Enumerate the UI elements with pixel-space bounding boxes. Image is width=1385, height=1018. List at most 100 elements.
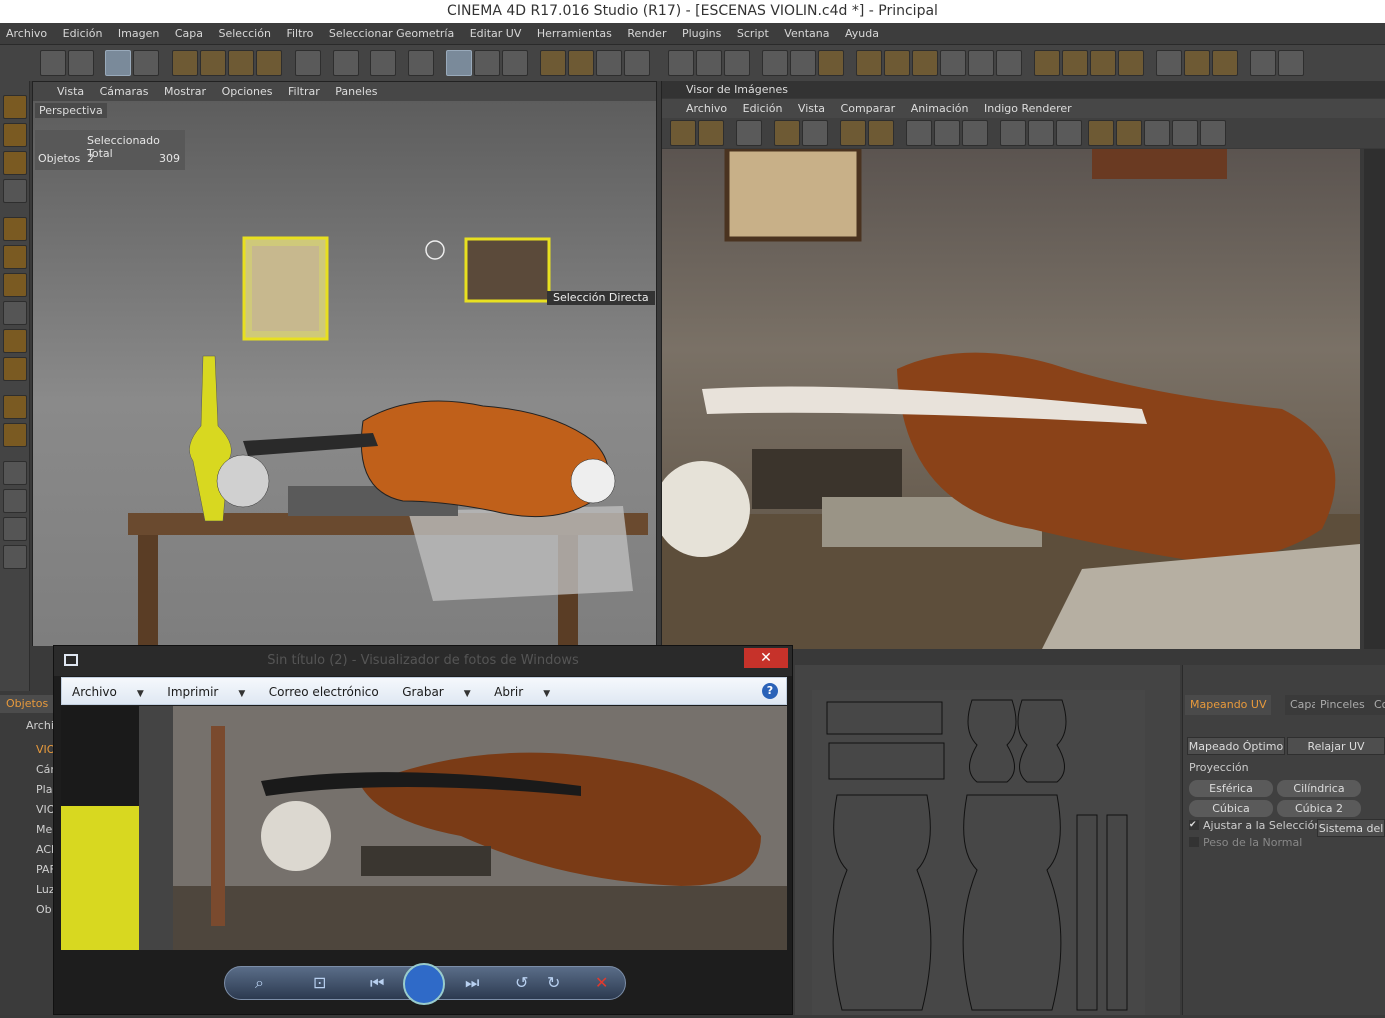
viewport-scene[interactable]	[33, 101, 656, 646]
help-icon[interactable]: ?	[762, 683, 778, 699]
zoom-render-icon[interactable]	[802, 120, 828, 146]
sphere-snap-icon[interactable]	[1184, 50, 1210, 76]
rotate-left-icon[interactable]: ↺	[515, 973, 528, 992]
brush-icon[interactable]	[3, 217, 27, 241]
scene-icon[interactable]	[696, 50, 722, 76]
rv-menu-vista[interactable]: Vista	[792, 99, 831, 118]
uv-checker-icon[interactable]	[790, 50, 816, 76]
align-top-icon[interactable]	[856, 50, 882, 76]
menu-ayuda[interactable]: Ayuda	[839, 23, 885, 45]
menu-capa[interactable]: Capa	[169, 23, 209, 45]
align-bottom-icon[interactable]	[912, 50, 938, 76]
polygon-select-icon[interactable]	[3, 179, 27, 203]
perspective-viewport[interactable]: Vista Cámaras Mostrar Opciones Filtrar P…	[32, 81, 657, 646]
scale-icon[interactable]	[200, 50, 226, 76]
flip-icon[interactable]	[968, 50, 994, 76]
deformer-icon[interactable]	[624, 50, 650, 76]
rv-menu-archivo[interactable]: Archivo	[680, 99, 733, 118]
undo-icon[interactable]	[40, 50, 66, 76]
pv-menu-abrir[interactable]: Abrir	[484, 678, 533, 706]
layout-split-icon[interactable]	[1062, 50, 1088, 76]
menu-seleccion[interactable]: Selección	[213, 23, 277, 45]
uv-grid-icon[interactable]	[762, 50, 788, 76]
actual-size-icon[interactable]: ⊡	[313, 973, 326, 992]
compare-b-icon[interactable]	[1028, 120, 1054, 146]
stop-render-icon[interactable]	[934, 120, 960, 146]
viewport-menu-camaras[interactable]: Cámaras	[94, 82, 155, 101]
tab-co[interactable]: Co	[1369, 695, 1385, 715]
split-view-icon[interactable]	[1144, 120, 1170, 146]
system-button[interactable]: Sistema del	[1317, 819, 1385, 837]
layer-icon[interactable]	[3, 545, 27, 569]
uv-pack-icon[interactable]	[818, 50, 844, 76]
crop-icon[interactable]	[774, 120, 800, 146]
lasso-icon[interactable]	[3, 151, 27, 175]
align-middle-icon[interactable]	[884, 50, 910, 76]
view-cube-icon[interactable]	[133, 50, 159, 76]
menu-script[interactable]: Script	[731, 23, 775, 45]
object-item[interactable]: ACI	[36, 843, 54, 856]
cubic2-button[interactable]: Cúbica 2	[1277, 800, 1361, 817]
object-item[interactable]: Pla	[36, 783, 52, 796]
subdivision-icon[interactable]	[568, 50, 594, 76]
eraser-icon[interactable]	[3, 273, 27, 297]
layout-left-icon[interactable]	[1034, 50, 1060, 76]
uv-editor-canvas[interactable]	[812, 690, 1145, 1015]
viewport-menu-filtrar[interactable]: Filtrar	[282, 82, 326, 101]
redo-icon[interactable]	[68, 50, 94, 76]
distribute-icon[interactable]	[940, 50, 966, 76]
swap-ab-icon[interactable]	[1056, 120, 1082, 146]
slideshow-button[interactable]	[403, 963, 445, 1005]
zoom-icon[interactable]: ⌕	[255, 973, 264, 993]
light-icon[interactable]	[668, 50, 694, 76]
previous-icon[interactable]: ⏮	[370, 973, 384, 993]
grid-snap-icon[interactable]	[1212, 50, 1238, 76]
compare-a-icon[interactable]	[1000, 120, 1026, 146]
open-file-icon[interactable]	[670, 120, 696, 146]
text-icon[interactable]	[3, 395, 27, 419]
layout-columns-icon[interactable]	[1090, 50, 1116, 76]
fill-icon[interactable]	[3, 329, 27, 353]
move-icon[interactable]	[172, 50, 198, 76]
tab-mapeando-uv[interactable]: Mapeando UV	[1185, 695, 1272, 715]
menu-filtro[interactable]: Filtro	[280, 23, 319, 45]
menu-render[interactable]: Render	[621, 23, 672, 45]
rv-menu-animacion[interactable]: Animación	[905, 99, 975, 118]
recent-tools-icon[interactable]	[256, 50, 282, 76]
menu-plugins[interactable]: Plugins	[676, 23, 727, 45]
color-swatch-icon[interactable]	[3, 517, 27, 541]
viewport-menu-vista[interactable]: Vista	[51, 82, 90, 101]
shrink-icon[interactable]	[996, 50, 1022, 76]
histogram-icon[interactable]	[1172, 120, 1198, 146]
star-icon[interactable]	[3, 423, 27, 447]
camera-icon[interactable]	[724, 50, 750, 76]
save-file-icon[interactable]	[698, 120, 724, 146]
live-selection-icon[interactable]	[105, 50, 131, 76]
menu-seleccionar-geometria[interactable]: Seleccionar Geometría	[323, 23, 460, 45]
object-item[interactable]: Luz	[36, 883, 55, 896]
close-button[interactable]: ✕	[744, 648, 788, 668]
lock-icon[interactable]	[1278, 50, 1304, 76]
history-icon[interactable]	[1200, 120, 1226, 146]
pv-menu-correo[interactable]: Correo electrónico	[259, 678, 389, 706]
object-item[interactable]: Ob	[36, 903, 52, 916]
menu-herramientas[interactable]: Herramientas	[531, 23, 618, 45]
copy-icon[interactable]	[840, 120, 866, 146]
delete-icon[interactable]: ✕	[595, 973, 608, 992]
render-scrollbar[interactable]	[1364, 149, 1385, 649]
eyedropper-icon[interactable]	[3, 461, 27, 485]
objects-tab[interactable]: Objetos	[0, 695, 53, 713]
normal-weight-checkbox[interactable]	[1189, 837, 1199, 847]
cube-primitive-icon[interactable]	[540, 50, 566, 76]
grid-view-icon[interactable]	[736, 120, 762, 146]
snap-icon[interactable]	[1156, 50, 1182, 76]
viewport-menu-opciones[interactable]: Opciones	[216, 82, 279, 101]
menu-ventana[interactable]: Ventana	[778, 23, 835, 45]
layout-grid-icon[interactable]	[1118, 50, 1144, 76]
gradient-icon[interactable]	[3, 301, 27, 325]
rv-menu-indigo[interactable]: Indigo Renderer	[978, 99, 1078, 118]
render-view-icon[interactable]	[446, 50, 472, 76]
fit-selection-checkbox[interactable]: ✔	[1189, 820, 1199, 830]
region-render-icon[interactable]	[962, 120, 988, 146]
rotate-right-icon[interactable]: ↻	[547, 973, 560, 992]
